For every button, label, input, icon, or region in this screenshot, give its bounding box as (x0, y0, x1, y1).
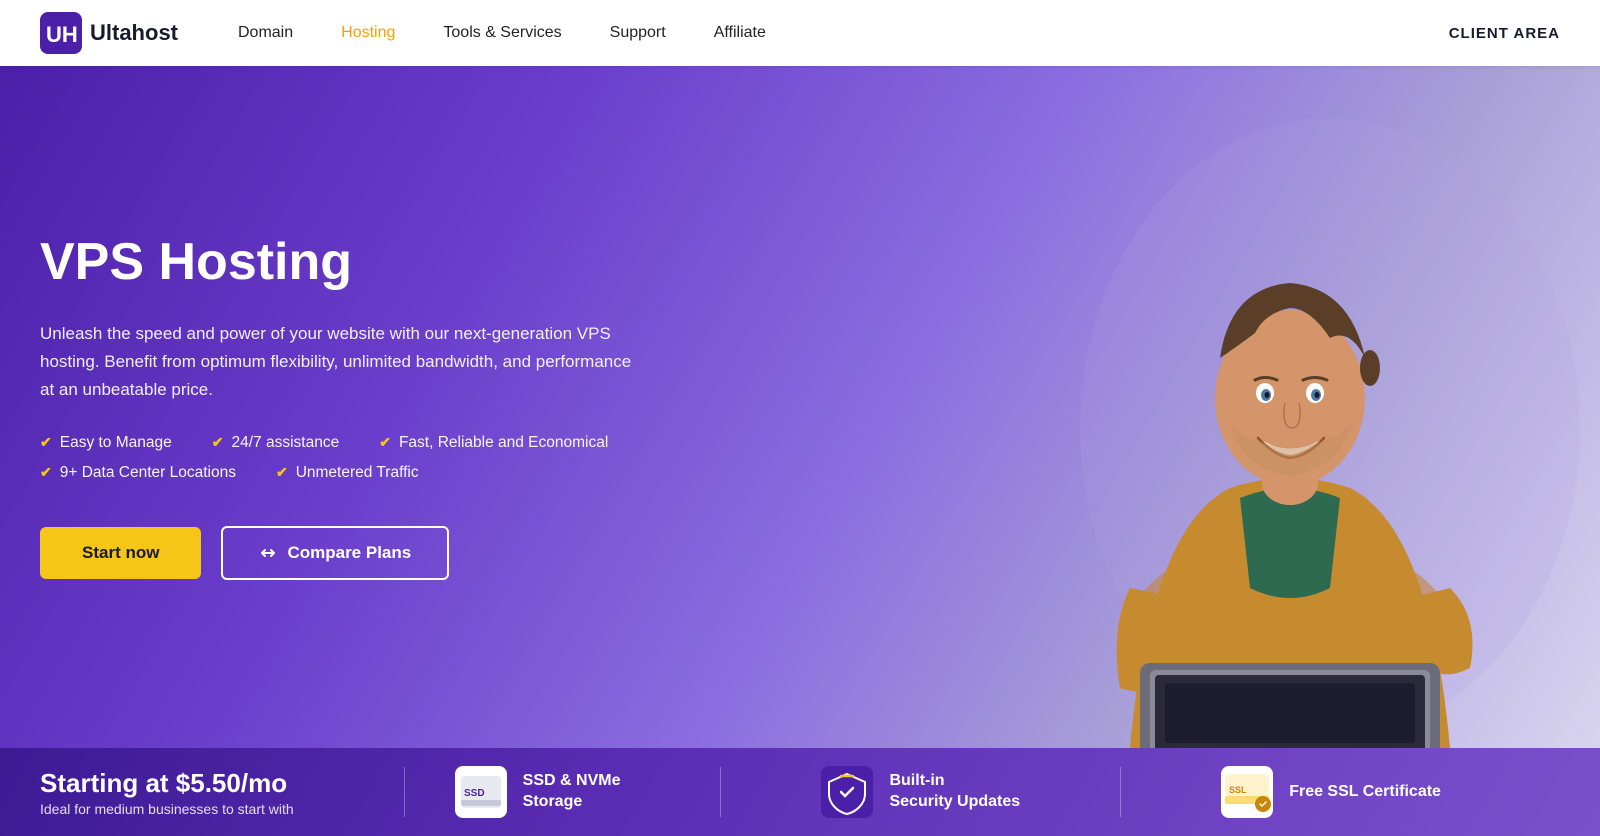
strip-divider-2 (720, 767, 721, 817)
nav-item-hosting[interactable]: Hosting (341, 24, 395, 42)
client-area-link[interactable]: CLIENT AREA (1449, 25, 1560, 42)
checkmark-icon: ✔ (40, 464, 52, 481)
logo-icon: UH (40, 12, 82, 54)
ssd-icon: SSD (455, 766, 507, 818)
feature-fast: ✔ Fast, Reliable and Economical (379, 434, 608, 452)
strip-pricing: Starting at $5.50/mo Ideal for medium bu… (40, 768, 354, 817)
hero-person-illustration (950, 108, 1600, 748)
strip-feature-ssl: SSL Free SSL Certificate (1221, 766, 1441, 818)
logo-text: Ultahost (90, 20, 178, 46)
security-text: Built-in Security Updates (889, 771, 1020, 813)
svg-text:SSD: SSD (464, 788, 485, 799)
logo[interactable]: UH Ultahost (40, 12, 178, 54)
strip-divider-1 (404, 767, 405, 817)
checkmark-icon: ✔ (40, 434, 52, 451)
feature-datacenters: ✔ 9+ Data Center Locations (40, 464, 236, 482)
hero-features-row-1: ✔ Easy to Manage ✔ 24/7 assistance ✔ Fas… (40, 434, 640, 452)
hero-description: Unleash the speed and power of your webs… (40, 320, 640, 404)
strip-price-text: Starting at $5.50/mo (40, 768, 294, 799)
ssl-text: Free SSL Certificate (1289, 782, 1441, 803)
ssl-icon: SSL (1221, 766, 1273, 818)
checkmark-icon: ✔ (379, 434, 391, 451)
checkmark-icon: ✔ (276, 464, 288, 481)
checkmark-icon: ✔ (212, 434, 224, 451)
strip-feature-security: Built-in Security Updates (821, 766, 1020, 818)
nav-links: Domain Hosting Tools & Services Support … (238, 24, 1449, 42)
hero-buttons: Start now Compare Plans (40, 526, 640, 580)
nav-item-domain[interactable]: Domain (238, 24, 293, 42)
start-now-button[interactable]: Start now (40, 527, 201, 579)
hero-content: VPS Hosting Unleash the speed and power … (0, 234, 640, 579)
compare-icon (259, 544, 277, 562)
strip-feature-ssd: SSD SSD & NVMe Storage (455, 766, 621, 818)
nav-item-tools-services[interactable]: Tools & Services (443, 24, 561, 42)
ssd-text: SSD & NVMe Storage (523, 771, 621, 813)
nav-item-support[interactable]: Support (610, 24, 666, 42)
compare-plans-button[interactable]: Compare Plans (221, 526, 449, 580)
security-icon (821, 766, 873, 818)
strip-subtitle-text: Ideal for medium businesses to start wit… (40, 801, 294, 817)
hero-section: VPS Hosting Unleash the speed and power … (0, 66, 1600, 748)
hero-features-row-2: ✔ 9+ Data Center Locations ✔ Unmetered T… (40, 464, 640, 482)
nav-item-affiliate[interactable]: Affiliate (714, 24, 766, 42)
svg-text:SSL: SSL (1229, 785, 1247, 795)
feature-247: ✔ 24/7 assistance (212, 434, 339, 452)
bottom-strip: Starting at $5.50/mo Ideal for medium bu… (0, 748, 1600, 836)
feature-easy-manage: ✔ Easy to Manage (40, 434, 172, 452)
hero-image (700, 66, 1600, 748)
hero-title: VPS Hosting (40, 234, 640, 291)
hero-features: ✔ Easy to Manage ✔ 24/7 assistance ✔ Fas… (40, 434, 640, 482)
navbar: UH Ultahost Domain Hosting Tools & Servi… (0, 0, 1600, 66)
strip-divider-3 (1120, 767, 1121, 817)
svg-text:UH: UH (46, 22, 78, 47)
feature-traffic: ✔ Unmetered Traffic (276, 464, 419, 482)
